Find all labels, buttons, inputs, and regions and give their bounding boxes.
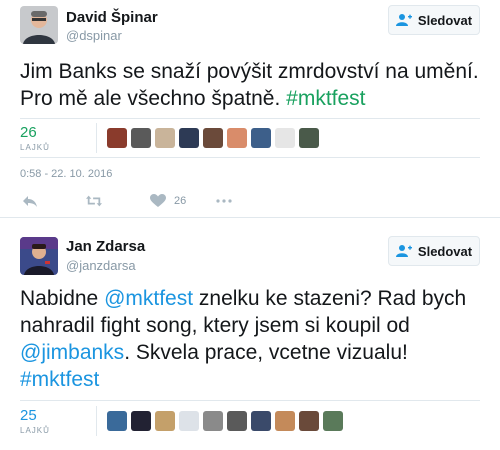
hashtag-link[interactable]: #mktfest: [286, 87, 365, 110]
author-handle[interactable]: @dspinar: [66, 28, 122, 43]
likes-counter[interactable]: 26 LAJKŮ: [20, 124, 90, 152]
likes-label: LAJKŮ: [20, 425, 50, 435]
liker-avatar[interactable]: [131, 128, 151, 148]
reply-icon: [23, 196, 37, 207]
likes-row: 25 LAJKŮ: [20, 400, 480, 440]
follow-button[interactable]: Sledovat: [388, 236, 480, 266]
liker-avatar[interactable]: [251, 410, 271, 431]
retweet-button[interactable]: [86, 194, 102, 208]
tweet-actions: 26: [20, 194, 232, 208]
author-name[interactable]: Jan Zdarsa: [66, 238, 145, 255]
tweet: David Špinar @dspinar Sledovat Jim Banks…: [0, 0, 500, 218]
retweet-icon: [86, 195, 102, 207]
liker-avatar[interactable]: [299, 128, 319, 148]
liker-avatar[interactable]: [299, 410, 319, 431]
liker-avatar[interactable]: [227, 410, 247, 431]
liker-avatar[interactable]: [107, 410, 127, 431]
liker-avatar[interactable]: [155, 410, 175, 431]
author-name[interactable]: David Špinar: [66, 9, 158, 26]
liker-avatar[interactable]: [203, 128, 223, 148]
liker-avatar[interactable]: [251, 128, 271, 148]
likers-avatars: [96, 123, 319, 153]
liker-avatar[interactable]: [275, 128, 295, 148]
liker-avatar[interactable]: [323, 410, 343, 431]
mention-link[interactable]: @jimbanks: [20, 341, 124, 364]
add-user-icon: [395, 245, 412, 257]
heart-icon: [150, 194, 166, 207]
likes-row: 26 LAJKŮ: [20, 118, 480, 158]
liker-avatar[interactable]: [131, 410, 151, 431]
like-count: 26: [174, 195, 187, 207]
liker-avatar[interactable]: [179, 128, 199, 148]
likes-number: 26: [20, 124, 37, 141]
tweet-text: Jim Banks se snaží povýšit zmrdovství na…: [20, 58, 490, 112]
like-button[interactable]: 26: [150, 194, 186, 208]
mention-link[interactable]: @mktfest: [104, 287, 193, 310]
reply-button[interactable]: [22, 194, 38, 208]
liker-avatar[interactable]: [275, 410, 295, 431]
avatar-photo-icon: [20, 237, 58, 275]
follow-button[interactable]: Sledovat: [388, 5, 480, 35]
liker-avatar[interactable]: [179, 410, 199, 431]
follow-label: Sledovat: [417, 243, 473, 259]
liker-avatar[interactable]: [107, 128, 127, 148]
likes-counter[interactable]: 25 LAJKŮ: [20, 407, 90, 435]
more-button[interactable]: [216, 194, 232, 208]
tweet: Jan Zdarsa @janzdarsa Sledovat Nabidne @…: [0, 226, 500, 450]
author-handle[interactable]: @janzdarsa: [66, 258, 136, 273]
tweet-text-part: Nabidne: [20, 287, 105, 310]
hashtag-link[interactable]: #mktfest: [20, 368, 99, 391]
more-dots-icon: [216, 199, 232, 203]
follow-label: Sledovat: [417, 12, 473, 28]
add-user-icon: [395, 14, 412, 26]
likes-label: LAJKŮ: [20, 143, 50, 152]
avatar[interactable]: [20, 6, 58, 44]
likes-number: 25: [20, 406, 37, 424]
tweet-text-part: . Skvela prace, vcetne vizualu!: [124, 341, 408, 364]
avatar-photo-icon: [20, 6, 58, 44]
likers-avatars: [96, 405, 343, 436]
tweet-text-body: Jim Banks se snaží povýšit zmrdovství na…: [20, 60, 479, 110]
liker-avatar[interactable]: [203, 410, 223, 431]
tweet-text: Nabidne @mktfest znelku ke stazeni? Rad …: [20, 285, 490, 393]
tweet-timestamp[interactable]: 0:58 - 22. 10. 2016: [20, 168, 112, 180]
avatar[interactable]: [20, 237, 58, 275]
liker-avatar[interactable]: [227, 128, 247, 148]
liker-avatar[interactable]: [155, 128, 175, 148]
